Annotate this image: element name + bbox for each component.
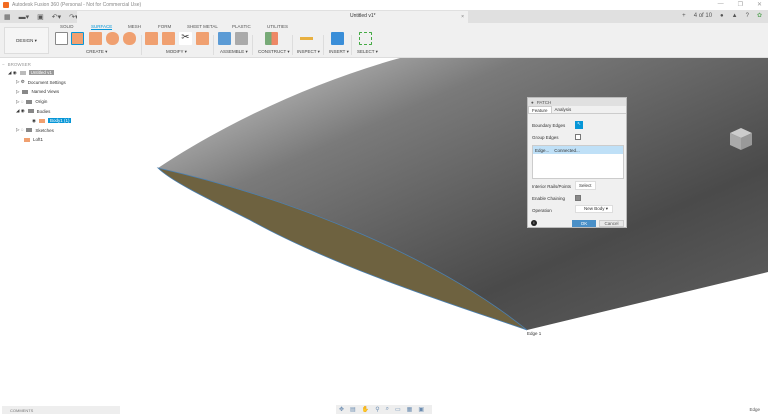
insert-image-icon[interactable] [331, 32, 344, 45]
info-icon[interactable]: i [531, 220, 537, 226]
document-title: Untitled v1* [350, 13, 376, 19]
tree-named-views[interactable]: ▷ Named Views [2, 87, 122, 97]
tab-analysis[interactable]: Analysis [552, 106, 575, 113]
workspace-switcher[interactable]: DESIGN ▾ [4, 27, 49, 54]
grid-settings-icon[interactable]: ▦ [407, 406, 413, 413]
save-icon[interactable]: ▣ [37, 13, 44, 21]
notifications-icon[interactable]: ▲ [732, 13, 738, 19]
viewports-icon[interactable]: ▣ [418, 406, 424, 413]
select-tool-icon[interactable] [359, 32, 372, 45]
tree-document-settings[interactable]: ▷ ⚙ Document Settings [2, 78, 122, 88]
split-tool-icon[interactable]: ✂ [179, 32, 192, 45]
file-icon[interactable]: ▬▾ [19, 13, 30, 21]
browser-panel: − BROWSER ◢ ◉ Untitled v1 ▷ ⚙ Document Sett… [2, 60, 122, 145]
group-edges-checkbox[interactable] [575, 134, 581, 140]
view-cube[interactable] [728, 126, 754, 152]
construct-menu[interactable]: CONSTRUCT ▾ [258, 49, 290, 55]
extensions-icon[interactable]: ● [720, 13, 724, 19]
tree-body1[interactable]: ◉ Body1 (1) [2, 116, 122, 126]
quick-access-toolbar: ▦ ▬▾ ▣ ↶▾ ↷▾ × Untitled v1* + 4 of 10 ● … [0, 10, 768, 23]
bottom-bar: COMMENTS ✥ ▤ ✋ ⚲ ⌕ ▭ ▦ ▣ Edge [0, 402, 768, 416]
dialog-icon: ● [531, 99, 534, 105]
tree-sketches[interactable]: ▷ ◌ Sketches [2, 126, 122, 136]
assemble-menu[interactable]: ASSEMBLE ▾ [220, 49, 248, 55]
joint-icon[interactable] [235, 32, 248, 45]
modify-menu[interactable]: MODIFY ▾ [166, 49, 187, 55]
collapse-icon[interactable]: − [2, 62, 5, 67]
cancel-button[interactable]: Cancel [599, 220, 624, 227]
tab-form[interactable]: FORM [158, 24, 171, 29]
insert-menu[interactable]: INSERT ▾ [329, 49, 349, 55]
navigation-toolbar: ✥ ▤ ✋ ⚲ ⌕ ▭ ▦ ▣ [336, 405, 432, 414]
display-settings-icon[interactable]: ▭ [395, 406, 401, 413]
edge-list[interactable]: Edge... Connected... [532, 145, 624, 179]
fusion-logo-icon [3, 2, 9, 8]
tab-sheet-metal[interactable]: SHEET METAL [187, 24, 218, 29]
patch-dialog: ● PATCH Feature Analysis Boundary Edges ↖ … [527, 97, 627, 228]
job-status[interactable]: 4 of 10 [694, 13, 712, 19]
boundary-edges-select[interactable]: ↖ [575, 121, 583, 129]
fit-icon[interactable]: ⌕ [386, 406, 389, 413]
tree-bodies[interactable]: ◢ ◉ Bodies [2, 106, 122, 116]
orbit-icon[interactable]: ✥ [339, 406, 344, 413]
edge-label: Edge 1 [527, 331, 542, 336]
pan-icon[interactable]: ✋ [362, 406, 369, 413]
operation-dropdown[interactable]: New Body ▾ [575, 205, 613, 213]
offset-plane-icon[interactable] [265, 32, 278, 45]
select-menu[interactable]: SELECT ▾ [357, 49, 378, 55]
user-avatar[interactable]: ✿ [757, 12, 762, 19]
enable-chaining-checkbox[interactable] [575, 195, 581, 201]
tree-loft1[interactable]: Loft1 [2, 135, 122, 145]
create-menu[interactable]: CREATE ▾ [86, 49, 107, 55]
close-window-button[interactable]: ✕ [757, 1, 762, 8]
app-title: Autodesk Fusion 360 (Personal - Not for … [12, 2, 142, 8]
edge-list-row[interactable]: Edge... Connected... [533, 146, 623, 154]
tree-root[interactable]: ◢ ◉ Untitled v1 [2, 68, 122, 78]
title-bar: Autodesk Fusion 360 (Personal - Not for … [0, 0, 768, 10]
thicken-tool-icon[interactable] [145, 32, 158, 45]
interior-select-button[interactable]: Select [575, 181, 596, 190]
tree-origin[interactable]: ▷ ◌ Origin [2, 97, 122, 107]
selection-status: Edge [749, 407, 760, 412]
tab-mesh[interactable]: MESH [128, 24, 141, 29]
comments-panel[interactable]: COMMENTS [2, 406, 120, 414]
browser-title: BROWSER [7, 61, 31, 67]
tab-utilities[interactable]: UTILITIES [267, 24, 288, 29]
sketch-tool-icon[interactable] [55, 32, 68, 45]
zoom-icon[interactable]: ⚲ [375, 406, 379, 413]
ribbon: DESIGN ▾ SOLID SURFACE MESH FORM SHEET M… [0, 23, 768, 58]
look-at-icon[interactable]: ▤ [350, 406, 356, 413]
tab-surface[interactable]: SURFACE [91, 24, 113, 30]
revolve-tool-icon[interactable] [89, 32, 102, 45]
close-tab-icon[interactable]: × [461, 14, 464, 20]
new-component-icon[interactable] [218, 32, 231, 45]
restore-button[interactable]: ❐ [738, 1, 743, 8]
tab-feature[interactable]: Feature [528, 106, 552, 113]
help-icon[interactable]: ? [746, 13, 749, 19]
grid-menu-icon[interactable]: ▦ [4, 13, 11, 21]
press-pull-icon[interactable] [196, 32, 209, 45]
extrude-tool-icon[interactable] [71, 32, 84, 45]
sweep-tool-icon[interactable] [106, 32, 119, 45]
tab-plastic[interactable]: PLASTIC [232, 24, 251, 29]
inspect-menu[interactable]: INSPECT ▾ [297, 49, 320, 55]
loft-tool-icon[interactable] [123, 32, 136, 45]
undo-icon[interactable]: ↶▾ [52, 13, 61, 21]
delete-face-icon[interactable] [162, 32, 175, 45]
minimize-button[interactable]: — [718, 1, 724, 8]
new-tab-button[interactable]: + [682, 13, 686, 19]
tab-solid[interactable]: SOLID [60, 24, 74, 29]
ok-button[interactable]: OK [572, 220, 596, 227]
measure-icon[interactable] [300, 32, 313, 45]
